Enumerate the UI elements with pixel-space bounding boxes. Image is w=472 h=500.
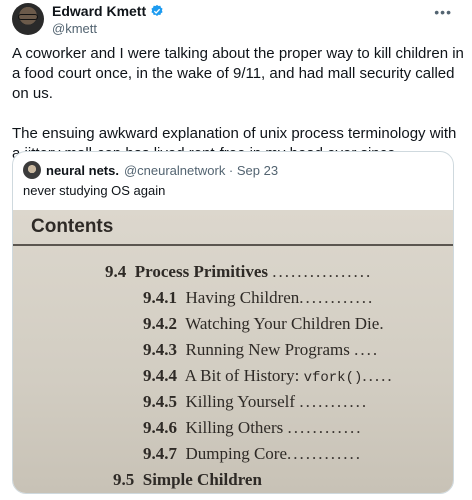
quote-header: neural nets. @cneuralnetwork · Sep 23: [23, 161, 278, 179]
toc-entry: 9.4.6 Killing Others ............: [143, 418, 363, 437]
toc-entry: 9.4.2 Watching Your Children Die.: [143, 314, 386, 333]
author-avatar[interactable]: [12, 3, 44, 35]
verified-badge-icon: [151, 4, 163, 16]
avatar-glasses: [18, 14, 38, 20]
toc-entry: 9.5 Simple Children: [113, 470, 262, 489]
toc-entry: 9.4.7 Dumping Core............: [143, 444, 363, 463]
author-name-row: Edward Kmett: [52, 3, 164, 19]
toc-entry: 9.4 Process Primitives ................: [105, 262, 373, 281]
toc-entry: 9.4.1 Having Children............: [143, 288, 375, 307]
author-name[interactable]: Edward Kmett: [52, 3, 146, 19]
tweet-paragraph: A coworker and I were talking about the …: [12, 45, 464, 102]
toc-entry: 9.4.5 Killing Yourself ...........: [143, 392, 369, 411]
quote-text: never studying OS again: [23, 183, 166, 198]
quote-image[interactable]: Contents 9.4 Process Primitives ........…: [13, 210, 453, 493]
quoted-tweet[interactable]: neural nets. @cneuralnetwork · Sep 23 ne…: [12, 151, 454, 494]
more-dots-icon[interactable]: •••: [434, 4, 452, 20]
toc-entry: 9.4.3 Running New Programs ....: [143, 340, 380, 359]
image-divider: [13, 244, 453, 246]
quote-author-meta: @cneuralnetwork · Sep 23: [123, 162, 279, 178]
image-heading: Contents: [31, 216, 114, 237]
quote-author-name: neural nets.: [46, 162, 119, 178]
quote-avatar: [23, 161, 41, 179]
author-handle[interactable]: @kmett: [52, 21, 97, 36]
toc-entry: 9.4.4 A Bit of History: vfork().....: [143, 366, 394, 386]
